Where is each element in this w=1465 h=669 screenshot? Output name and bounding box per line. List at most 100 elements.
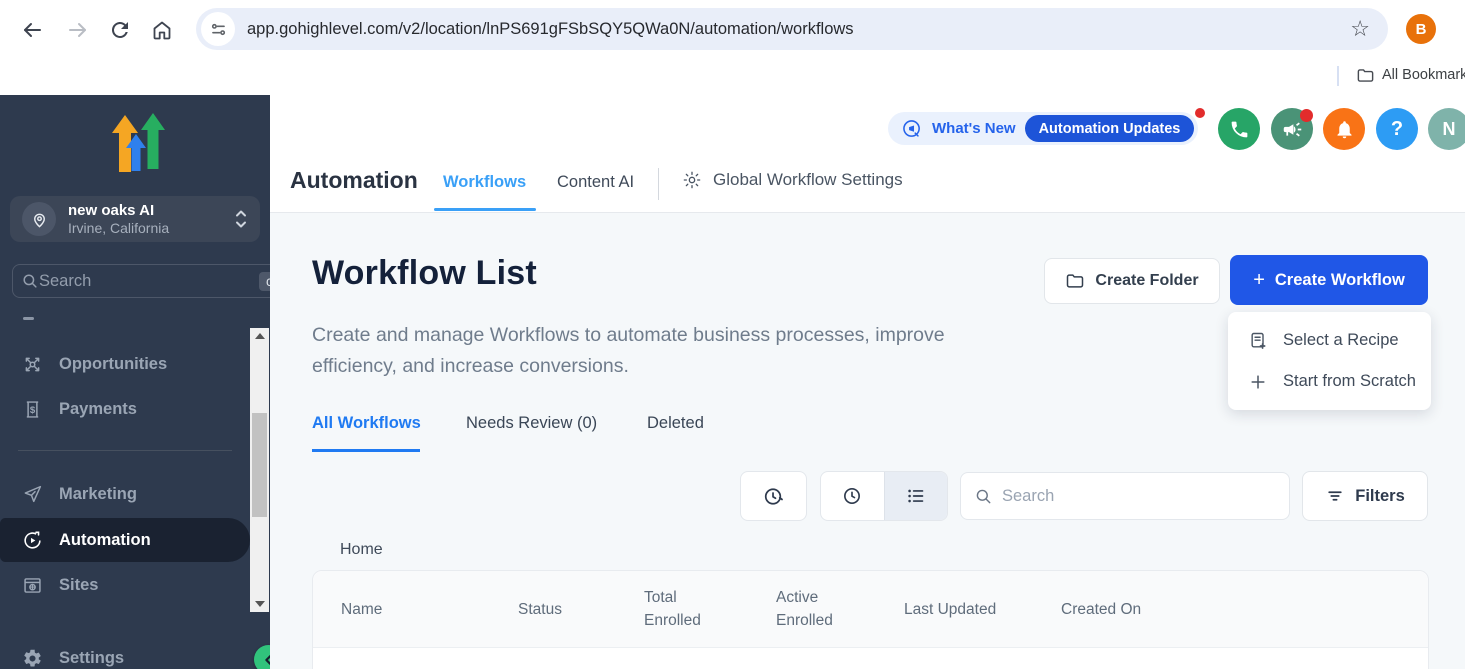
gear-icon — [22, 648, 43, 669]
create-workflow-button[interactable]: + Create Workflow — [1230, 255, 1428, 305]
gear-icon — [682, 170, 702, 190]
menu-item-start-from-scratch[interactable]: Start from Scratch — [1228, 361, 1431, 402]
menu-item-select-recipe[interactable]: Select a Recipe — [1228, 320, 1431, 361]
tab-needs-review[interactable]: Needs Review (0) — [466, 414, 597, 433]
header-divider — [658, 168, 659, 200]
column-header-name[interactable]: Name — [341, 598, 518, 621]
url-text[interactable]: app.gohighlevel.com/v2/location/lnPS691g… — [247, 20, 1350, 39]
tab-all-workflows[interactable]: All Workflows — [312, 414, 421, 433]
tab-all-workflows-underline — [312, 449, 420, 452]
notifications-button[interactable] — [1323, 108, 1365, 150]
time-view-toggle[interactable] — [821, 472, 884, 520]
create-folder-button[interactable]: Create Folder — [1044, 258, 1220, 304]
sidebar-item-payments[interactable]: $ Payments — [0, 391, 250, 427]
workflow-table: Name Status Total Enrolled Active Enroll… — [312, 570, 1429, 669]
automation-icon — [22, 530, 43, 551]
location-pin-icon — [22, 202, 56, 236]
global-workflow-settings-button[interactable]: Global Workflow Settings — [682, 170, 903, 190]
back-icon[interactable] — [20, 18, 44, 42]
phone-button[interactable] — [1218, 108, 1260, 150]
table-header-row: Name Status Total Enrolled Active Enroll… — [313, 571, 1428, 648]
scrollbar-thumb[interactable] — [252, 413, 267, 517]
user-avatar[interactable]: N — [1428, 108, 1465, 150]
bookmarks-folder-icon — [1356, 66, 1375, 85]
location-switcher[interactable]: new oaks AI Irvine, California — [10, 196, 260, 242]
bookmarks-bar: All Bookmarks — [0, 58, 1465, 95]
sidebar-search[interactable]: ctrl K — [12, 264, 311, 298]
site-settings-icon[interactable] — [201, 12, 235, 46]
screen: app.gohighlevel.com/v2/location/lnPS691g… — [0, 0, 1465, 669]
home-icon[interactable] — [150, 18, 174, 42]
tab-workflows-underline — [434, 208, 536, 211]
sidebar: new oaks AI Irvine, California ctrl K Op… — [0, 95, 270, 669]
location-city: Irvine, California — [68, 220, 234, 237]
workflow-search-input[interactable] — [1002, 487, 1289, 506]
workflow-search[interactable] — [960, 472, 1290, 520]
list-view-toggle[interactable] — [884, 472, 948, 520]
sidebar-item-label: Sites — [59, 576, 98, 595]
svg-text:$: $ — [30, 405, 36, 416]
app-header: What's New Automation Updates ? N Automa… — [270, 95, 1465, 213]
column-header-active-enrolled[interactable]: Active Enrolled — [776, 586, 838, 632]
tab-deleted[interactable]: Deleted — [647, 414, 704, 433]
phone-icon — [1229, 119, 1250, 140]
url-bar[interactable]: app.gohighlevel.com/v2/location/lnPS691g… — [196, 8, 1388, 50]
bell-icon — [1334, 119, 1355, 140]
paper-plane-icon — [22, 484, 43, 505]
sidebar-item-opportunities[interactable]: Opportunities — [0, 346, 250, 382]
sidebar-item-marketing[interactable]: Marketing — [0, 476, 250, 512]
automation-updates-badge[interactable]: Automation Updates — [1025, 115, 1195, 142]
sidebar-item-settings[interactable]: Settings — [0, 640, 250, 669]
updates-notification-dot — [1195, 108, 1205, 118]
search-icon — [974, 487, 993, 506]
help-button[interactable]: ? — [1376, 108, 1418, 150]
chevron-updown-icon — [234, 207, 248, 231]
history-clock-icon — [762, 485, 785, 508]
sidebar-item-sites[interactable]: Sites — [0, 567, 250, 603]
table-body-empty — [313, 648, 1428, 669]
scrolled-item-fragment — [23, 317, 34, 320]
sidebar-item-automation[interactable]: Automation — [0, 518, 250, 562]
forward-icon[interactable] — [66, 18, 90, 42]
recipe-icon — [1248, 331, 1268, 351]
enrollment-history-button[interactable] — [740, 471, 807, 521]
opportunities-icon — [22, 354, 43, 375]
refresh-icon[interactable] — [108, 18, 132, 42]
column-header-status[interactable]: Status — [518, 598, 644, 621]
sidebar-divider — [18, 450, 232, 451]
filters-button[interactable]: Filters — [1302, 471, 1428, 521]
browser-toolbar: app.gohighlevel.com/v2/location/lnPS691g… — [0, 0, 1465, 58]
announcement-icon — [901, 118, 923, 140]
column-header-created-on[interactable]: Created On — [1061, 598, 1141, 621]
page-title: Automation — [290, 167, 418, 194]
gohighlevel-logo — [101, 113, 169, 173]
column-header-total-enrolled[interactable]: Total Enrolled — [644, 586, 706, 632]
bookmark-star-icon[interactable]: ☆ — [1350, 16, 1370, 42]
sidebar-item-label: Marketing — [59, 485, 137, 504]
sidebar-scrollbar[interactable] — [250, 328, 269, 612]
column-header-last-updated[interactable]: Last Updated — [904, 598, 1061, 621]
clock-icon — [841, 485, 863, 507]
question-icon: ? — [1391, 118, 1403, 141]
sidebar-item-label: Automation — [59, 531, 151, 550]
tab-content-ai[interactable]: Content AI — [557, 173, 634, 192]
payments-icon: $ — [22, 399, 43, 420]
sidebar-search-input[interactable] — [39, 272, 259, 291]
workflow-list-title: Workflow List — [312, 254, 537, 293]
location-name: new oaks AI — [68, 202, 234, 220]
scroll-down-arrow[interactable] — [250, 596, 269, 612]
breadcrumb-home[interactable]: Home — [340, 541, 383, 559]
whats-new-pill[interactable]: What's New Automation Updates — [888, 112, 1198, 145]
tab-workflows[interactable]: Workflows — [443, 173, 526, 192]
browser-profile-avatar[interactable]: B — [1406, 14, 1436, 44]
sidebar-item-label: Settings — [59, 649, 124, 668]
all-bookmarks-button[interactable]: All Bookmarks — [1382, 67, 1465, 83]
view-toggle-group — [820, 471, 948, 521]
whats-new-label: What's New — [932, 120, 1016, 137]
folder-icon — [1065, 271, 1085, 291]
search-icon — [21, 272, 39, 290]
plus-icon: + — [1253, 269, 1265, 292]
sidebar-item-label: Payments — [59, 400, 137, 419]
list-icon — [905, 485, 927, 507]
scroll-up-arrow[interactable] — [250, 328, 269, 344]
